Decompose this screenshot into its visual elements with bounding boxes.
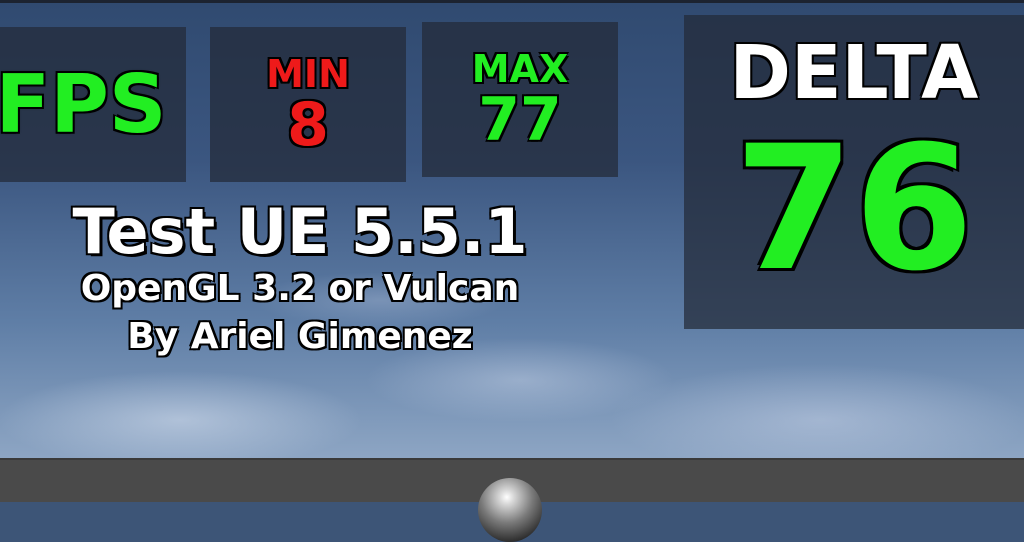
min-label: MIN — [266, 51, 350, 96]
app-title: Test UE 5.5.1 — [72, 195, 528, 268]
min-value: 8 — [287, 89, 329, 160]
delta-panel: DELTA 76 — [684, 15, 1024, 329]
delta-value: 76 — [734, 108, 974, 309]
top-border — [0, 0, 1024, 3]
fps-label: FPS — [0, 58, 167, 151]
info-block: Test UE 5.5.1 OpenGL 3.2 or Vulcan By Ar… — [40, 198, 560, 362]
max-panel: MAX 77 — [422, 22, 618, 177]
renderer-subtitle: OpenGL 3.2 or Vulcan — [80, 268, 520, 309]
min-panel: MIN 8 — [210, 27, 406, 182]
delta-label: DELTA — [729, 30, 979, 116]
fps-panel: FPS — [0, 27, 186, 182]
max-label: MAX — [471, 46, 569, 91]
author-credit: By Ariel Gimenez — [127, 316, 473, 357]
metal-sphere — [478, 478, 542, 542]
max-value: 77 — [478, 84, 562, 155]
